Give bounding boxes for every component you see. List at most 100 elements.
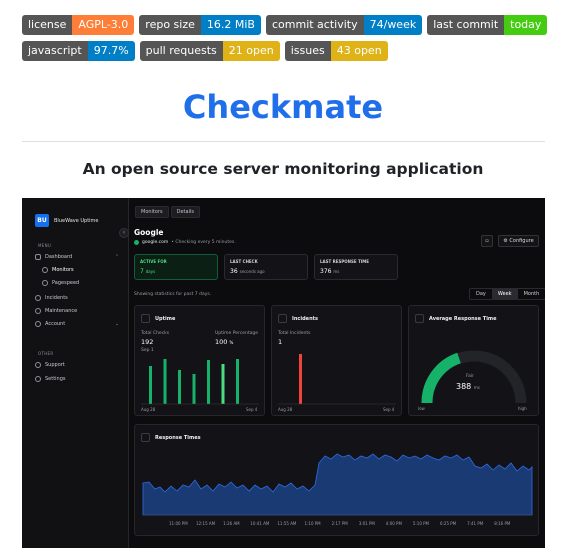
sidebar-item-incidents[interactable]: Incidents [35, 295, 68, 301]
stat-key: LAST RESPONSE TIME [320, 259, 369, 264]
time-tick-label: 12:15 AM [196, 521, 216, 526]
range-month[interactable]: Month [518, 289, 545, 299]
menu-section-label: MENU [38, 243, 52, 248]
avg-response-card: Average Response Time Fair 388 ms low hi… [408, 305, 539, 416]
card-title: Response Times [155, 434, 201, 441]
badge-license[interactable]: license AGPL-3.0 [22, 15, 135, 35]
badge-commit-activity[interactable]: commit activity 74/week [265, 15, 423, 35]
badge-label: last commit [427, 15, 505, 35]
sidebar-item-support[interactable]: Support [35, 362, 65, 368]
badge-value: 74/week [363, 15, 423, 35]
gear-icon [35, 376, 41, 382]
badge-value: today [504, 15, 548, 35]
chevron-down-icon: ⌄ [115, 321, 120, 327]
time-tick-label: 7:41 PM [467, 521, 484, 526]
sidebar-item-label: Monitors [52, 267, 74, 273]
sidebar-item-monitors[interactable]: Monitors [42, 267, 74, 273]
incident-bar [299, 354, 302, 404]
home-icon [35, 254, 41, 260]
configure-button[interactable]: ⚙ Configure [498, 235, 539, 247]
gauge-high-label: high [518, 406, 527, 411]
status-dot [134, 240, 139, 245]
sidebar-item-maintenance[interactable]: Maintenance [35, 308, 77, 314]
time-tick-label: 11:55 AM [277, 521, 297, 526]
stat-unit: seconds ago [239, 269, 265, 274]
badge-label: javascript [22, 41, 88, 61]
time-tick-label: 1:10 PM [304, 521, 321, 526]
time-tick-label: 11:00 PM [169, 521, 188, 526]
monitor-subtitle: google.com • Checking every 5 minutes. [134, 240, 236, 245]
uptime-bar [149, 366, 152, 404]
total-checks-value: 192 [141, 338, 154, 346]
stat-last-response-time: LAST RESPONSE TIME 376 ms [314, 254, 398, 280]
sidebar-item-label: Incidents [45, 295, 68, 301]
sidebar-item-label: Account [45, 321, 66, 327]
globe-icon [42, 267, 48, 273]
sidebar-item-label: Settings [45, 376, 66, 382]
time-tick-label: 5:10 PM [412, 521, 430, 526]
time-tick-label: 1:26 AM [223, 521, 240, 526]
time-tick-label: 4:00 PM [385, 521, 402, 526]
badge-label: commit activity [265, 15, 364, 35]
breadcrumb-monitors[interactable]: Monitors [135, 206, 169, 218]
range-day[interactable]: Day [470, 289, 492, 299]
badge-last-commit[interactable]: last commit today [427, 15, 548, 35]
stat-last-check: LAST CHECK 36 seconds ago [224, 254, 308, 280]
card-title: Uptime [155, 315, 176, 322]
uptime-icon [141, 314, 150, 323]
uptime-bar [163, 359, 167, 404]
badge-value: 16.2 MiB [200, 15, 261, 35]
badge-javascript[interactable]: javascript 97.7% [22, 41, 135, 61]
pause-button[interactable]: ▫ [481, 235, 493, 247]
app-logo[interactable]: BU BlueWave Uptime [35, 214, 99, 227]
gauge-icon [42, 280, 48, 286]
page-subtitle: An open source server monitoring applica… [82, 160, 484, 178]
badge-pull-requests[interactable]: pull requests 21 open [139, 41, 280, 61]
range-week[interactable]: Week [491, 289, 518, 299]
sidebar-item-label: Pagespeed [52, 280, 80, 286]
uptime-card: Uptime Total Checks 192 Sep 1 Uptime Per… [134, 305, 265, 416]
breadcrumb-details[interactable]: Details [170, 206, 200, 218]
uptime-percentage-value: 100 % [215, 338, 234, 346]
card-title: Average Response Time [429, 315, 497, 322]
total-incidents-label: Total Incidents [278, 331, 311, 336]
badge-issues[interactable]: issues 43 open [284, 41, 388, 61]
badge-value: 97.7% [87, 41, 135, 61]
sidebar-item-account[interactable]: Account ⌄ [35, 321, 119, 327]
date-start: Aug 28 [141, 407, 156, 412]
time-tick-label: 6:25 PM [440, 521, 457, 526]
uptime-bar [178, 370, 181, 404]
total-incidents-value: 1 [278, 338, 283, 346]
badge-value: 21 open [222, 41, 280, 61]
badge-label: pull requests [139, 41, 223, 61]
badge-repo-size[interactable]: repo size 16.2 MiB [139, 15, 261, 35]
collapse-sidebar-icon[interactable]: ‹ [119, 228, 129, 238]
pause-icon: ▫ [485, 238, 489, 244]
range-selector: Day Week Month [469, 288, 545, 300]
breadcrumb: Monitors Details [135, 206, 200, 218]
alert-icon [35, 295, 41, 301]
gauge-label: Fair [466, 374, 475, 379]
sidebar-item-label: Dashboard [45, 254, 73, 260]
stat-value: 7 [140, 268, 144, 275]
total-checks-label: Total Checks [141, 331, 170, 336]
page-title: Checkmate [182, 88, 384, 126]
check-interval-text: • Checking every 5 minutes. [171, 240, 236, 245]
sidebar-item-pagespeed[interactable]: Pagespeed [42, 280, 79, 286]
chevron-up-icon: ⌃ [115, 254, 120, 260]
main-content: Monitors Details Google google.com • Che… [130, 198, 545, 548]
time-tick-label: 3:01 PM [358, 521, 375, 526]
badge-row: javascript 97.7% pull requests 21 open issue… [22, 41, 552, 61]
badge-label: issues [284, 41, 331, 61]
other-section-label: OTHER [38, 351, 54, 356]
stat-key: LAST CHECK [230, 259, 258, 264]
sidebar-item-dashboard[interactable]: Dashboard ⌃ [35, 254, 119, 260]
uptime-bar [207, 360, 210, 404]
sidebar: BU BlueWave Uptime ‹ MENU Dashboard ⌃ Mo… [22, 198, 129, 548]
stat-unit: ms [333, 269, 340, 274]
speed-icon [415, 314, 424, 323]
configure-label: Configure [509, 238, 534, 244]
time-tick-label: 10:41 AM [250, 521, 270, 526]
time-tick-label: 2:17 PM [331, 521, 348, 526]
sidebar-item-settings[interactable]: Settings [35, 376, 66, 382]
